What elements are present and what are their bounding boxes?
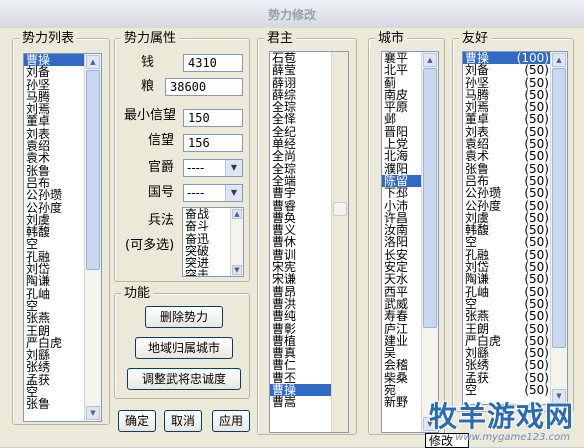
scroll-up-icon[interactable]: ▲ (423, 53, 437, 67)
rank-value: ---- (187, 161, 205, 175)
rank-label: 官爵 (148, 160, 175, 175)
country-select[interactable]: ---- ▼ (183, 184, 243, 202)
ok-button[interactable]: 确定 (118, 410, 156, 432)
scroll-up-icon[interactable]: ▲ (86, 55, 100, 69)
friend-list-item-value: (50) (524, 186, 549, 201)
faction-scrollbar[interactable]: ▲ ▼ (84, 54, 101, 421)
lord-scrollbar[interactable] (331, 52, 348, 432)
apply-button[interactable]: 应用 (212, 410, 250, 432)
friend-list-item-value: (50) (524, 235, 549, 250)
chevron-down-icon[interactable]: ▼ (225, 185, 242, 201)
trust-field[interactable]: 156 (183, 134, 243, 152)
chevron-down-icon[interactable]: ▼ (225, 160, 242, 176)
friend-listbox[interactable]: 曹操 (100) 刘备 (50) 孙坚 (50) 马腾 (50) 刘焉 (50) 董卓 (50) 刘表(… (462, 51, 568, 405)
delete-faction-button[interactable]: 删除势力 (145, 306, 223, 328)
friend-scrollbar[interactable]: ▲ ▼ (550, 52, 567, 404)
lord-list-group: 君主 石苞 薛莹 薛诩 薛综 全琮 全怿 全纪 单经 全尚 全琮 全端 曹宇 曹睿 曹奂 曹义 曹休 曹训 宋宪宋… (257, 32, 357, 435)
cancel-button[interactable]: 取消 (164, 410, 202, 432)
attributes-group: 势力属性 钱 4310 粮 38600 最小信望 150 信望 156 官爵 -… (114, 32, 250, 282)
dialog-window: 势力列表 曹操 刘备 孙坚 马腾 刘焉 董卓 刘表 袁绍 袁术 张鲁 吕布 公孙瓒 公孙度 刘虞 韩馥空孔融… (0, 28, 584, 448)
friend-list-item-value: (50) (524, 63, 549, 78)
country-value: ---- (187, 186, 205, 200)
scroll-up-icon[interactable]: ▲ (232, 209, 242, 219)
city-list-group: 城市 襄平 北平蓟南皮 平原邺晋阳 上党 北海 濮阳 陈留 下邳 小沛 许昌 汝南 洛阳 长安 安定 天水西… (368, 32, 445, 435)
friend-list-item-value: (50) (524, 358, 549, 373)
scroll-down-icon[interactable]: ▼ (232, 265, 242, 275)
multi-select-hint: (可多选) (125, 238, 175, 253)
lord-listbox[interactable]: 石苞 薛莹 薛诩 薛综 全琮 全怿 全纪 单经 全尚 全琮 全端 曹宇 曹睿 曹奂 曹义 曹休 曹训 宋宪 宋谦 曹昂… (269, 51, 349, 433)
troops-label: 兵法 (148, 213, 175, 228)
city-scrollbar[interactable]: ▲ ▼ (421, 52, 438, 432)
friend-list-item-value: (50) (524, 321, 549, 336)
functions-group: 功能 删除势力 地域归属城市 调整武将忠诚度 (114, 287, 250, 399)
watermark-text: 牧羊游戏网 (428, 400, 574, 433)
title-bar: 势力修改 (0, 0, 584, 29)
faction-list-group: 势力列表 曹操 刘备 孙坚 马腾 刘焉 董卓 刘表 袁绍 袁术 张鲁 吕布 公孙瓒 公孙度 刘虞 韩馥空孔融… (12, 32, 110, 425)
food-label: 粮 (141, 79, 155, 94)
scroll-thumb[interactable] (423, 68, 437, 328)
rank-select[interactable]: ---- ▼ (183, 159, 243, 177)
faction-list-label: 势力列表 (19, 32, 78, 46)
food-field[interactable]: 38600 (165, 78, 243, 96)
window-title: 势力修改 (267, 8, 316, 22)
region-city-button[interactable]: 地域归属城市 (135, 337, 233, 359)
friend-list-label: 友好 (459, 32, 492, 46)
min-trust-field[interactable]: 150 (183, 109, 243, 127)
site-watermark: 牧羊游戏网 www.mygame123.com (380, 397, 580, 443)
functions-label: 功能 (121, 287, 154, 301)
scroll-up-icon[interactable]: ▲ (552, 53, 566, 67)
watermark-url: www.mygame123.com (455, 432, 570, 443)
friend-list-item-value: (50) (524, 272, 549, 287)
scroll-thumb[interactable] (333, 202, 347, 216)
friend-list-group: 友好 曹操 (100) 刘备 (50) 孙坚 (50) 马腾 (50) 刘焉 (50) 董卓 (50)… (452, 32, 574, 412)
scroll-thumb[interactable] (86, 70, 100, 270)
friend-list-item-value: (50) (524, 309, 549, 324)
lord-list-label: 君主 (264, 32, 297, 46)
scroll-thumb[interactable] (552, 68, 566, 348)
troops-scrollbar[interactable]: ▲ ▼ (230, 208, 243, 276)
scroll-down-icon[interactable]: ▼ (86, 406, 100, 420)
min-trust-label: 最小信望 (124, 108, 177, 123)
friend-list-item-value: (50) (524, 198, 549, 213)
friend-list-item-value: (50) (524, 149, 549, 164)
country-label: 国号 (148, 185, 175, 200)
attributes-label: 势力属性 (121, 32, 180, 46)
city-listbox[interactable]: 襄平 北平蓟南皮 平原邺晋阳 上党 北海 濮阳 陈留 下邳 小沛 许昌 汝南 洛阳 长安 安定 天水 西平 武威… (381, 51, 439, 433)
city-list-label: 城市 (375, 32, 408, 46)
adjust-loyalty-button[interactable]: 调整武将忠诚度 (127, 368, 241, 390)
money-label: 钱 (141, 55, 155, 70)
troops-listbox[interactable]: 奋战 奋斗 奋迅 突破 突进 突击 ▲ ▼ (182, 207, 244, 277)
trust-label: 信望 (148, 133, 175, 148)
money-field[interactable]: 4310 (183, 54, 243, 72)
friend-list-item-value: (50) (524, 112, 549, 127)
faction-listbox[interactable]: 曹操 刘备 孙坚 马腾 刘焉 董卓 刘表 袁绍 袁术 张鲁 吕布 公孙瓒 公孙度 刘虞 韩馥空孔融 刘岱 陶谦孔… (23, 53, 102, 422)
